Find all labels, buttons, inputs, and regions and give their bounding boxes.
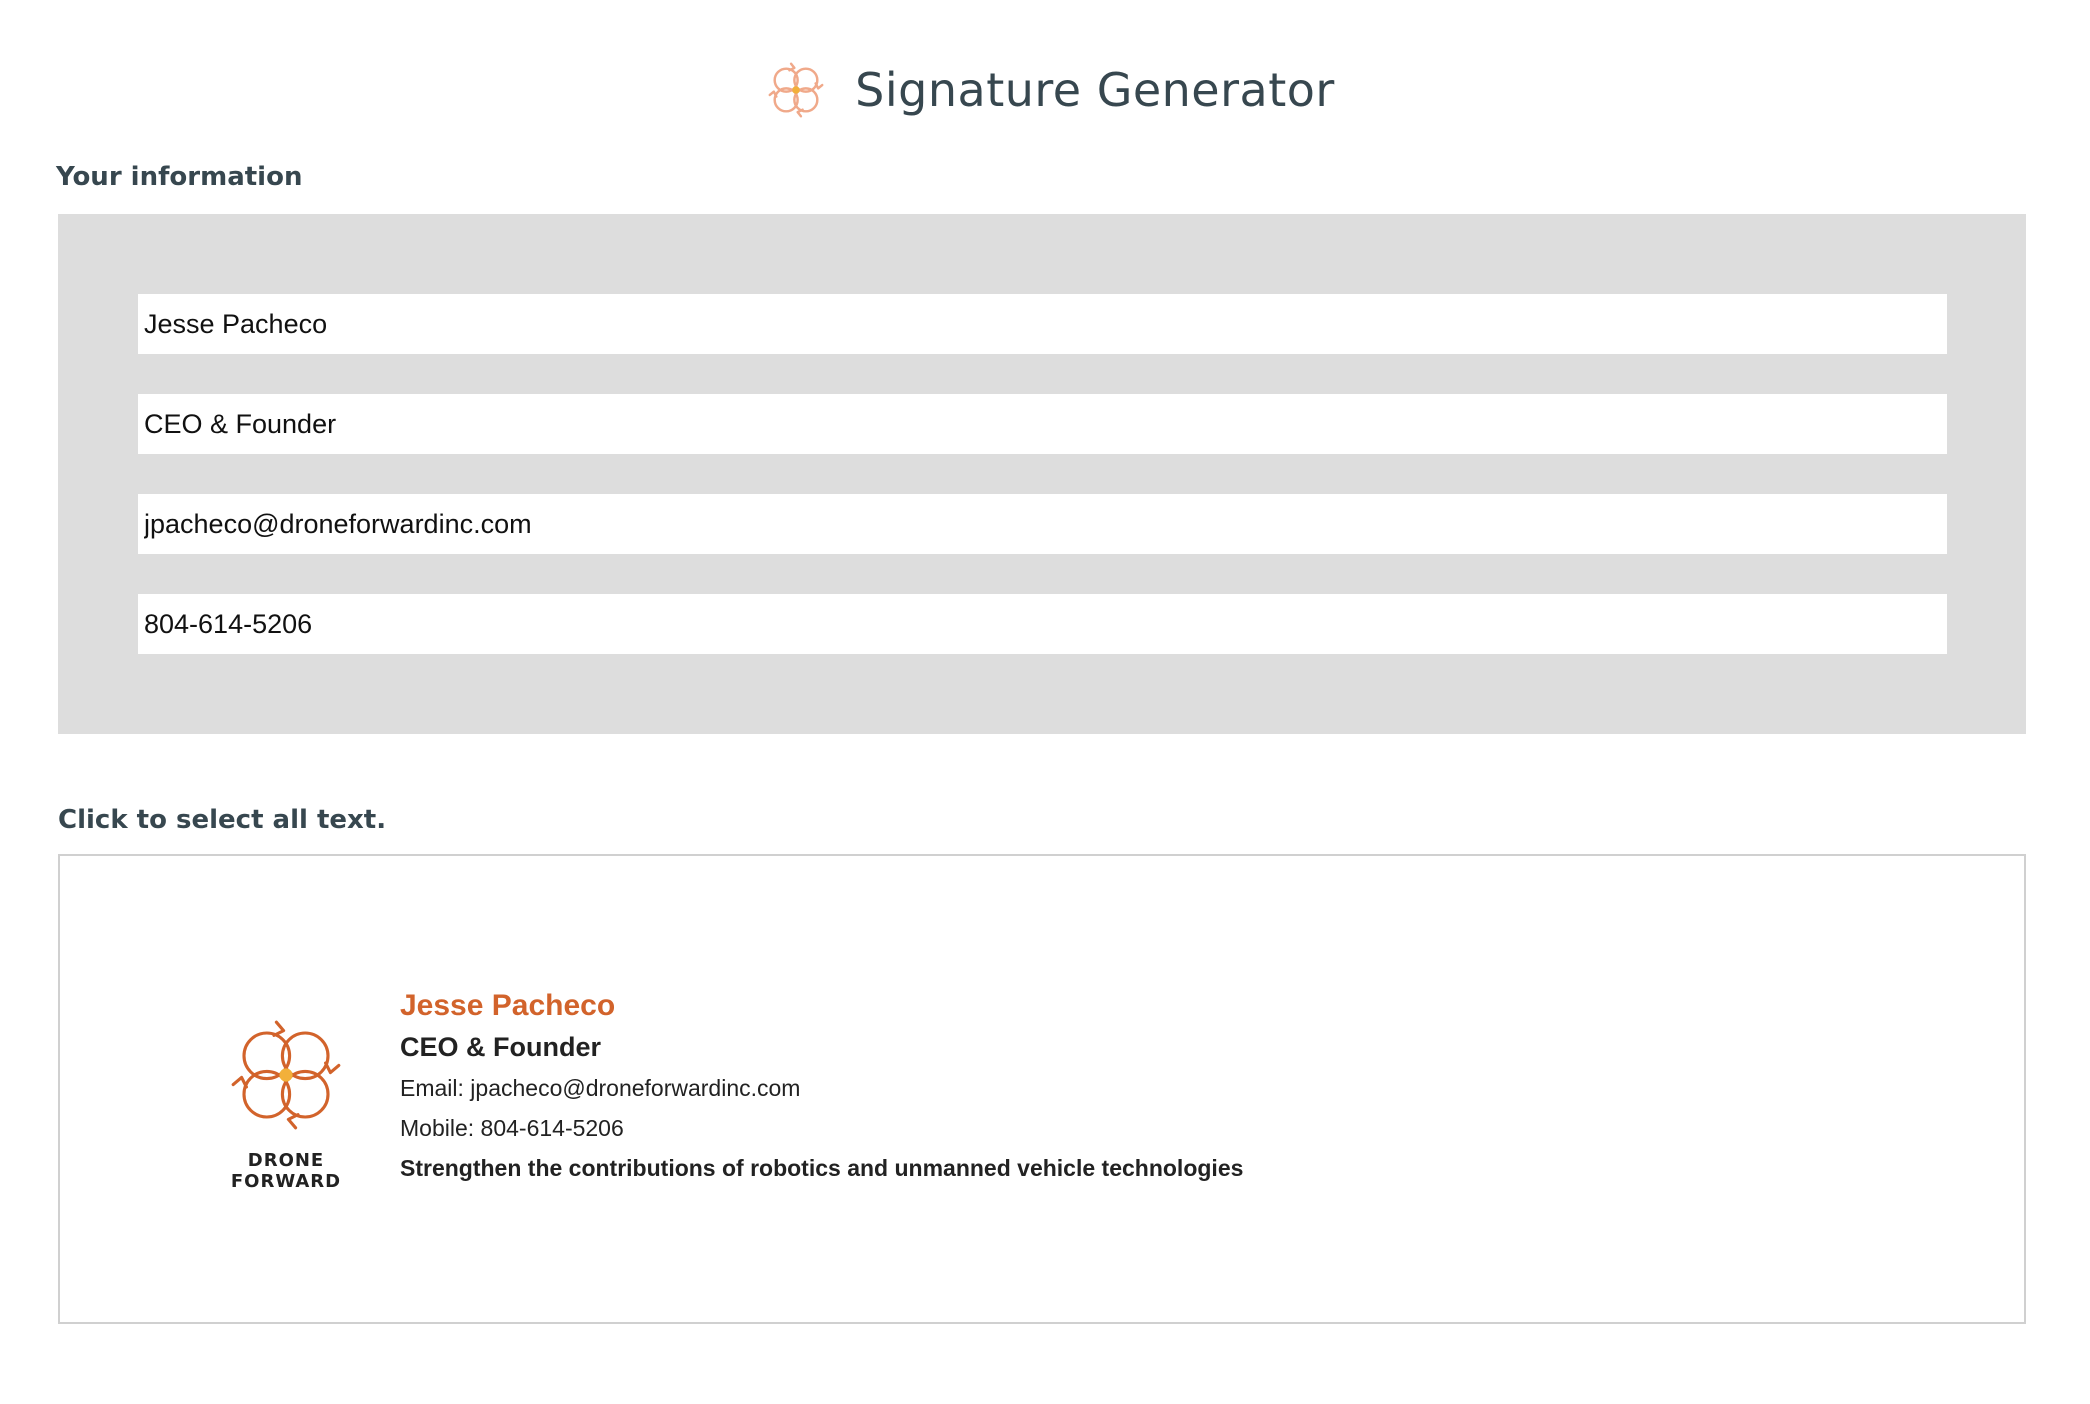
brand-name: DRONE FORWARD — [230, 1150, 342, 1192]
signature-title: CEO & Founder — [400, 1032, 601, 1062]
signature-tagline: Strengthen the contributions of robotics… — [400, 1155, 1244, 1181]
info-form-panel — [58, 214, 2026, 734]
signature-email: Email: jpacheco@droneforwardinc.com — [400, 1075, 801, 1101]
signature-text-block: Jesse Pacheco CEO & Founder Email: jpach… — [400, 986, 1243, 1188]
page-header: Signature Generator — [0, 50, 2090, 130]
page-title: Signature Generator — [855, 63, 1335, 117]
phone-field[interactable] — [138, 594, 1947, 654]
signature-preview[interactable]: DRONE FORWARD Jesse Pacheco CEO & Founde… — [58, 854, 2026, 1324]
preview-section-heading: Click to select all text. — [58, 805, 387, 835]
email-field[interactable] — [138, 494, 1947, 554]
info-section-heading: Your information — [56, 162, 303, 192]
drone-rotors-icon — [231, 1020, 341, 1130]
job-title-field[interactable] — [138, 394, 1947, 454]
signature-name: Jesse Pacheco — [400, 989, 616, 1022]
name-field[interactable] — [138, 294, 1947, 354]
signature-mobile: Mobile: 804-614-5206 — [400, 1115, 624, 1141]
drone-rotors-icon — [768, 62, 824, 118]
